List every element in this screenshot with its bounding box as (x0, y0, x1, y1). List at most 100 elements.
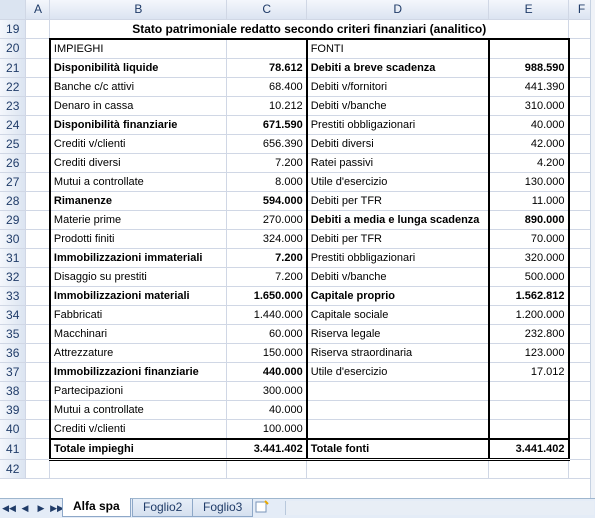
fonti-label[interactable]: Riserva straordinaria (306, 343, 490, 363)
fonti-label[interactable] (306, 419, 490, 439)
impieghi-label[interactable]: Disponibilità liquide (48, 58, 228, 78)
impieghi-value[interactable]: 8.000 (226, 172, 308, 192)
fonti-value[interactable]: 1.200.000 (487, 305, 570, 325)
impieghi-header[interactable]: IMPIEGHI (48, 37, 228, 59)
fonti-label[interactable]: Debiti a breve scadenza (306, 58, 490, 78)
total-impieghi-value[interactable]: 3.441.402 (226, 437, 308, 461)
cell[interactable] (306, 459, 490, 479)
cell[interactable] (226, 37, 308, 59)
cell[interactable] (25, 381, 51, 401)
impieghi-value[interactable]: 40.000 (226, 400, 308, 420)
impieghi-value[interactable]: 7.200 (226, 248, 308, 268)
impieghi-label[interactable]: Crediti v/clienti (48, 134, 228, 154)
impieghi-label[interactable]: Fabbricati (48, 305, 228, 325)
impieghi-label[interactable]: Immobilizzazioni immateriali (48, 248, 228, 268)
impieghi-label[interactable]: Disaggio su prestiti (48, 267, 228, 287)
impieghi-value[interactable]: 270.000 (226, 210, 308, 230)
cell[interactable] (25, 248, 51, 268)
cell[interactable] (25, 58, 51, 78)
impieghi-label[interactable]: Rimanenze (48, 191, 228, 211)
tab-alfa-spa[interactable]: Alfa spa (62, 498, 131, 517)
fonti-label[interactable]: Debiti per TFR (306, 191, 490, 211)
row-header[interactable]: 36 (0, 343, 27, 363)
cell[interactable] (25, 172, 51, 192)
fonti-label[interactable]: Debiti v/banche (306, 96, 490, 116)
row-header[interactable]: 38 (0, 381, 27, 401)
fonti-value[interactable]: 310.000 (487, 96, 570, 116)
fonti-label[interactable]: Debiti v/banche (306, 267, 490, 287)
column-header[interactable]: A (25, 0, 51, 20)
row-header[interactable]: 34 (0, 305, 27, 325)
row-header[interactable]: 23 (0, 96, 27, 116)
total-fonti-label[interactable]: Totale fonti (306, 437, 490, 461)
fonti-value[interactable]: 988.590 (487, 58, 570, 78)
fonti-value[interactable] (487, 400, 570, 420)
cell[interactable] (226, 459, 308, 479)
impieghi-value[interactable]: 150.000 (226, 343, 308, 363)
cell[interactable] (25, 419, 51, 439)
row-header[interactable]: 24 (0, 115, 27, 135)
fonti-label[interactable]: Utile d'esercizio (306, 172, 490, 192)
row-header[interactable]: 41 (0, 438, 27, 460)
row-header[interactable]: 39 (0, 400, 27, 420)
row-header[interactable]: 19 (0, 19, 27, 39)
impieghi-label[interactable]: Crediti v/clienti (48, 419, 228, 439)
cell[interactable] (25, 38, 51, 59)
cell[interactable] (488, 459, 570, 479)
row-header[interactable]: 20 (0, 38, 27, 59)
row-header[interactable]: 30 (0, 229, 27, 249)
fonti-label[interactable]: Capitale sociale (306, 305, 490, 325)
impieghi-label[interactable]: Immobilizzazioni finanziarie (48, 362, 228, 382)
fonti-value[interactable]: 40.000 (487, 115, 570, 135)
impieghi-label[interactable]: Mutui a controllate (48, 172, 228, 192)
cell[interactable] (25, 96, 51, 116)
fonti-value[interactable]: 123.000 (487, 343, 570, 363)
total-fonti-value[interactable]: 3.441.402 (487, 437, 570, 461)
cell[interactable] (25, 362, 51, 382)
impieghi-label[interactable]: Disponibilità finanziarie (48, 115, 228, 135)
fonti-label[interactable]: Debiti per TFR (306, 229, 490, 249)
cell[interactable] (25, 19, 51, 39)
row-header[interactable]: 35 (0, 324, 27, 344)
tab-foglio3[interactable]: Foglio3 (192, 499, 254, 517)
cell[interactable] (25, 153, 51, 173)
impieghi-value[interactable]: 100.000 (226, 419, 308, 439)
row-header[interactable]: 40 (0, 419, 27, 439)
impieghi-value[interactable]: 78.612 (226, 58, 308, 78)
fonti-header[interactable]: FONTI (306, 37, 490, 59)
impieghi-label[interactable]: Materie prime (48, 210, 228, 230)
fonti-value[interactable]: 500.000 (487, 267, 570, 287)
first-sheet-icon[interactable]: ◀◀ (2, 501, 16, 515)
fonti-value[interactable]: 70.000 (487, 229, 570, 249)
fonti-label[interactable] (306, 381, 490, 401)
tab-foglio2[interactable]: Foglio2 (132, 499, 194, 517)
fonti-label[interactable]: Prestiti obbligazionari (306, 248, 490, 268)
column-header[interactable]: B (49, 0, 228, 20)
row-header[interactable]: 27 (0, 172, 27, 192)
fonti-value[interactable]: 1.562.812 (487, 286, 570, 306)
next-sheet-icon[interactable]: ▶ (34, 501, 48, 515)
row-header[interactable]: 26 (0, 153, 27, 173)
prev-sheet-icon[interactable]: ◀ (18, 501, 32, 515)
cell[interactable] (25, 400, 51, 420)
cell[interactable] (25, 324, 51, 344)
select-all-corner[interactable] (0, 0, 27, 20)
row-header[interactable]: 42 (0, 459, 27, 479)
impieghi-value[interactable]: 10.212 (226, 96, 308, 116)
fonti-label[interactable]: Ratei passivi (306, 153, 490, 173)
row-header[interactable]: 22 (0, 77, 27, 97)
fonti-value[interactable] (487, 419, 570, 439)
column-header[interactable]: E (488, 0, 570, 20)
fonti-value[interactable]: 232.800 (487, 324, 570, 344)
fonti-value[interactable]: 890.000 (487, 210, 570, 230)
cell[interactable] (25, 229, 51, 249)
fonti-label[interactable]: Debiti a media e lunga scadenza (306, 210, 490, 230)
fonti-label[interactable]: Riserva legale (306, 324, 490, 344)
total-impieghi-label[interactable]: Totale impieghi (48, 437, 228, 461)
cell[interactable] (25, 267, 51, 287)
impieghi-value[interactable]: 60.000 (226, 324, 308, 344)
impieghi-value[interactable]: 68.400 (226, 77, 308, 97)
fonti-value[interactable]: 42.000 (487, 134, 570, 154)
cell[interactable] (25, 191, 51, 211)
impieghi-value[interactable]: 1.650.000 (226, 286, 308, 306)
